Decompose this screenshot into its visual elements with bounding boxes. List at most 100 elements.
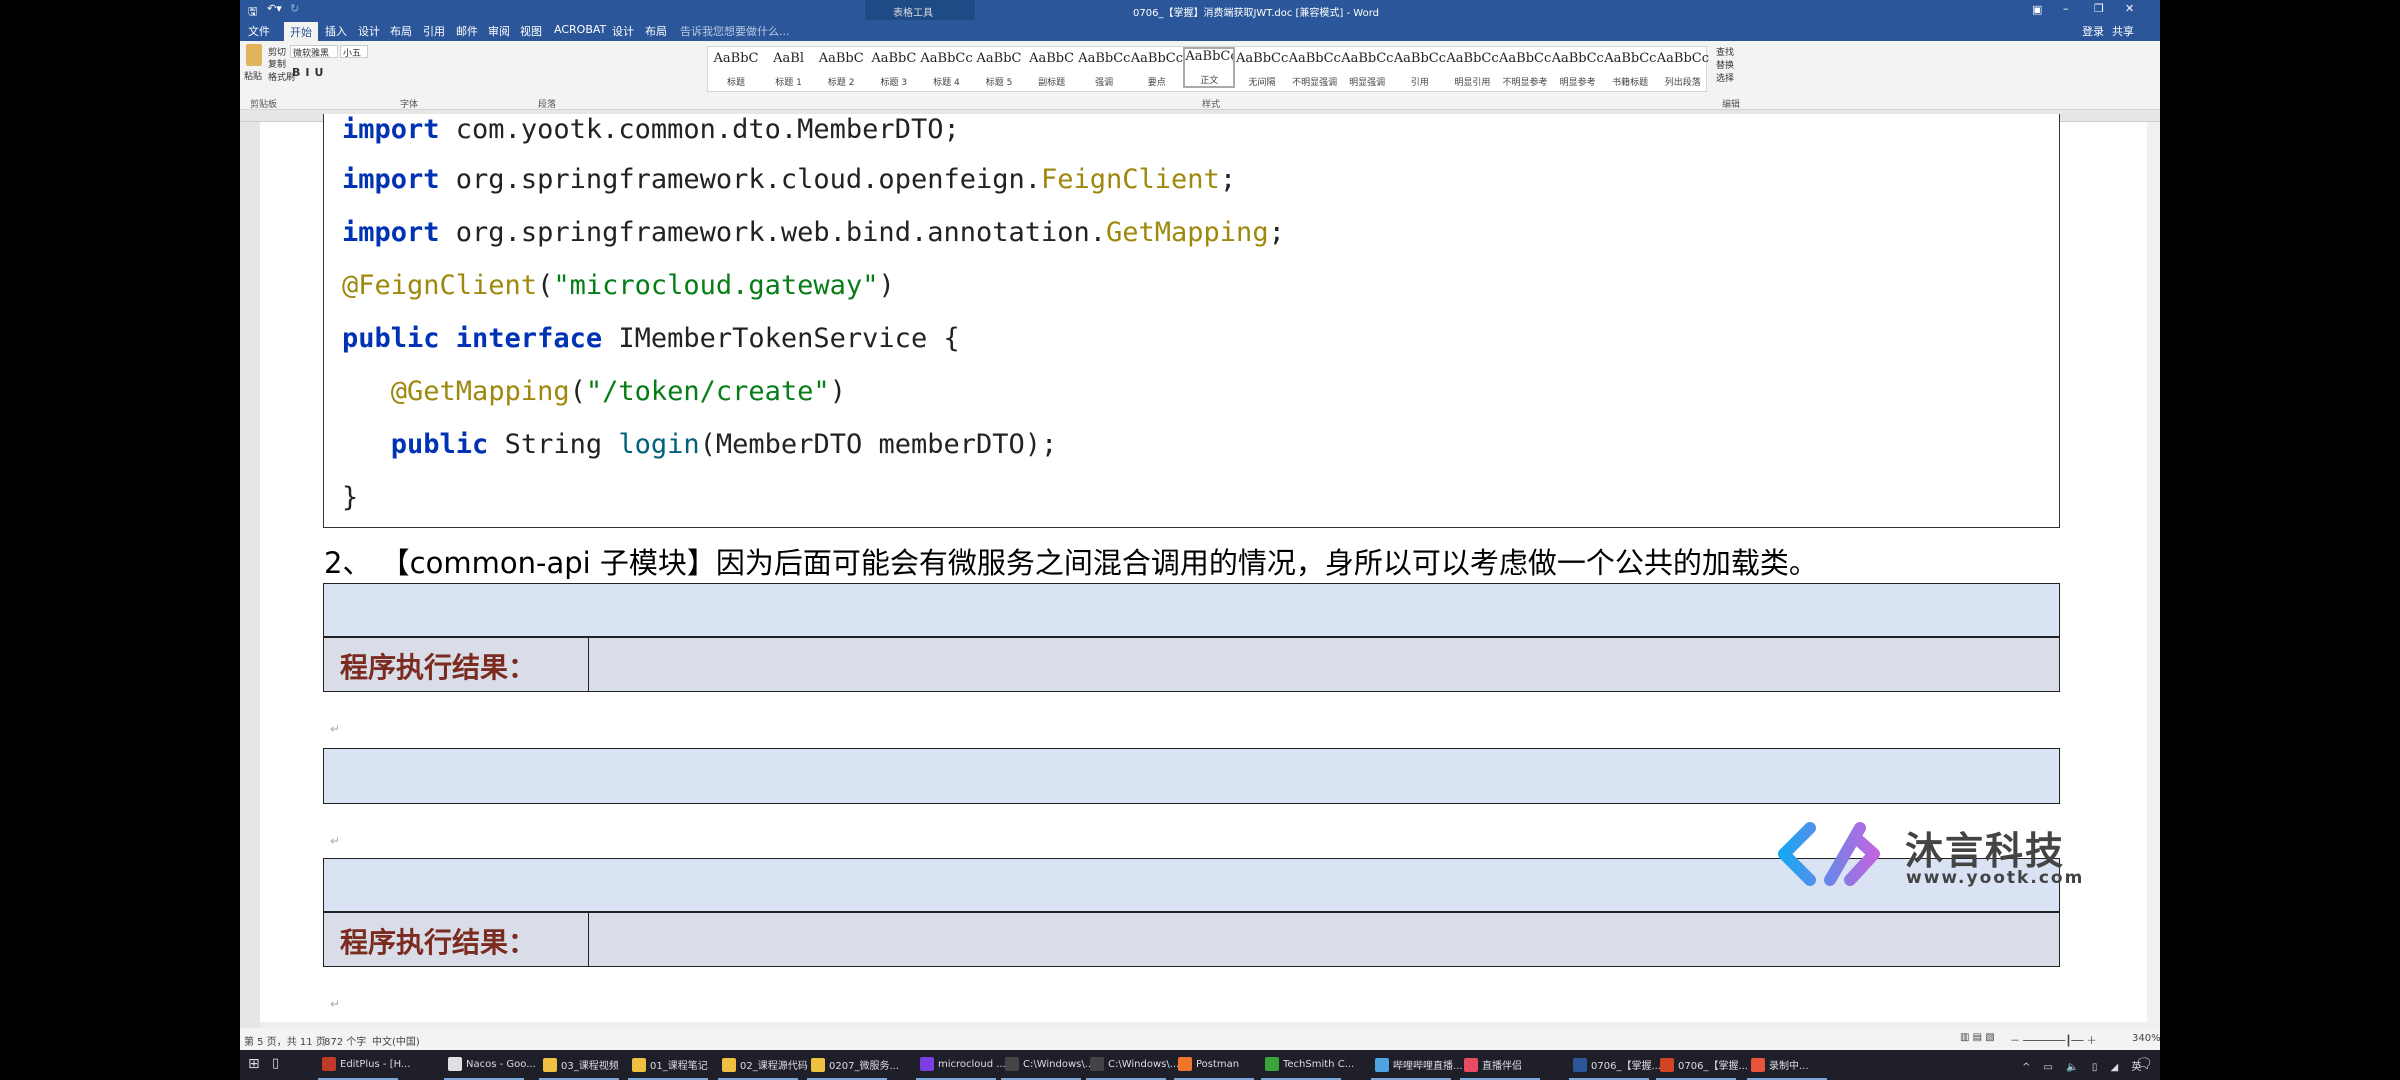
taskbar-item[interactable]: 03_课程视频 [543, 1057, 619, 1072]
taskbar-item[interactable]: 0706_【掌握... [1660, 1057, 1748, 1072]
style-9[interactable]: AaBbCcDc 正文 [1183, 47, 1236, 88]
style-name: 标题 3 [880, 78, 908, 88]
zoom-slider[interactable]: － ───────┃── ＋ [2010, 1032, 2097, 1047]
tab-file[interactable]: 文件 [248, 23, 270, 39]
font-name-select[interactable]: 微软雅黑 [290, 45, 338, 59]
taskbar-item[interactable]: 哔哩哔哩直播... [1375, 1057, 1463, 1072]
style-13[interactable]: AaBbCcDc 引用 [1394, 51, 1446, 88]
tab-acrobat[interactable]: ACROBAT [554, 23, 606, 36]
language-indicator[interactable]: 中文(中国) [372, 1033, 420, 1048]
style-1[interactable]: AaBl 标题 1 [763, 51, 815, 88]
code-token: import [342, 114, 456, 145]
style-preview: AaBbCcDc [1656, 51, 1709, 66]
tab-home[interactable]: 开始 [284, 22, 318, 41]
tell-me-input[interactable]: 告诉我您想要做什么... [680, 23, 790, 39]
task-view-icon[interactable]: ▯ [272, 1056, 279, 1071]
replace-button[interactable]: 替换 [1716, 58, 1734, 71]
taskbar-item[interactable]: Nacos - Goo... [448, 1057, 536, 1071]
tab-view[interactable]: 视图 [520, 23, 542, 39]
code-line: import com.yootk.common.dto.MemberDTO; [342, 114, 960, 145]
app-icon [811, 1057, 825, 1072]
taskbar-item[interactable]: C:\Windows\... [1090, 1057, 1179, 1071]
paste-button[interactable]: 粘贴 [244, 69, 262, 82]
signin-link[interactable]: 登录 [2082, 23, 2104, 39]
tab-table-design[interactable]: 设计 [612, 23, 634, 39]
style-10[interactable]: AaBbCcDc 无间隔 [1236, 51, 1288, 88]
taskbar-item[interactable]: Postman [1178, 1057, 1239, 1071]
bold-italic-underline-buttons[interactable]: BIU [292, 66, 328, 79]
minimize-button[interactable]: – [2063, 2, 2069, 15]
style-6[interactable]: AaBbC 副标题 [1026, 51, 1078, 88]
find-button[interactable]: 查找 [1716, 45, 1734, 58]
ribbon-display-icon[interactable]: ▣ [2032, 3, 2042, 16]
taskbar-item[interactable]: microcloud ... [920, 1057, 1006, 1071]
select-button[interactable]: 选择 [1716, 71, 1734, 84]
tab-insert[interactable]: 插入 [325, 23, 347, 39]
page-count[interactable]: 第 5 页，共 11 页 [244, 1033, 326, 1048]
style-2[interactable]: AaBbC 标题 2 [815, 51, 867, 88]
style-17[interactable]: AaBbCcD 书籍标题 [1604, 51, 1656, 88]
redo-icon[interactable]: ↻ [290, 2, 299, 15]
word-count[interactable]: 872 个字 [324, 1033, 366, 1048]
style-18[interactable]: AaBbCcDc 列出段落 [1657, 51, 1709, 88]
code-token: import [342, 164, 456, 195]
taskbar-item[interactable]: 0207_微服务... [811, 1057, 899, 1072]
tab-review[interactable]: 审阅 [488, 23, 510, 39]
style-name: 列出段落 [1664, 78, 1701, 88]
vertical-ruler[interactable] [240, 122, 260, 1028]
tab-layout[interactable]: 布局 [390, 23, 412, 39]
vertical-scrollbar[interactable] [2147, 122, 2160, 1028]
section-heading: 2、 【common-api 子模块】因为后面可能会有微服务之间混合调用的情况，… [324, 546, 1818, 580]
notification-icon[interactable]: 🗨 [2135, 1056, 2153, 1072]
app-icon [322, 1057, 336, 1071]
style-preview: AaBbCcDc [1185, 49, 1233, 64]
style-preview: AaBbC [713, 51, 759, 66]
code-table-1[interactable]: 程序执行结果： [323, 583, 2060, 692]
share-button[interactable]: 共享 [2112, 23, 2134, 39]
style-12[interactable]: AaBbCcDc 明显强调 [1341, 51, 1393, 88]
format-painter-button[interactable]: 格式刷 [268, 70, 295, 83]
code-line: public interface IMemberTokenService { [342, 323, 960, 354]
taskbar-item[interactable]: 02_课程源代码 [722, 1057, 808, 1072]
style-8[interactable]: AaBbCcD 要点 [1131, 51, 1183, 88]
view-mode-icons[interactable]: ▥ ▤ ▧ [1960, 1032, 1995, 1043]
code-cell[interactable] [324, 584, 2059, 638]
style-4[interactable]: AaBbCc 标题 4 [920, 51, 972, 88]
tab-design[interactable]: 设计 [358, 23, 380, 39]
close-button[interactable]: ✕ [2125, 2, 2134, 15]
zoom-level[interactable]: 340% [2132, 1033, 2160, 1044]
style-16[interactable]: AaBbCcI 明显参考 [1552, 51, 1604, 88]
style-7[interactable]: AaBbCcDc 强调 [1078, 51, 1130, 88]
style-5[interactable]: AaBbC 标题 5 [973, 51, 1025, 88]
code-token: FeignClient [1041, 164, 1220, 195]
restore-button[interactable]: ❐ [2094, 2, 2104, 15]
tab-references[interactable]: 引用 [423, 23, 445, 39]
style-preview: AaBbCcD [1604, 51, 1657, 66]
style-14[interactable]: AaBbCcDc 明显引用 [1446, 51, 1498, 88]
result-cell[interactable] [589, 638, 2059, 691]
tab-mailings[interactable]: 邮件 [456, 23, 478, 39]
windows-start-icon[interactable]: ⊞ [248, 1056, 260, 1072]
taskbar-item[interactable]: 01_课程笔记 [632, 1057, 708, 1072]
taskbar-item[interactable]: 录制中... [1751, 1057, 1809, 1072]
style-0[interactable]: AaBbC 标题 [710, 51, 762, 88]
paste-icon[interactable] [246, 44, 262, 66]
code-table-2[interactable] [323, 748, 2060, 804]
taskbar-item[interactable]: TechSmith C... [1265, 1057, 1354, 1071]
undo-icon[interactable]: ↶▾ [267, 2, 282, 15]
taskbar-item-label: EditPlus - [H... [340, 1058, 411, 1070]
style-11[interactable]: AaBbCcDc 不明显强调 [1289, 51, 1341, 88]
taskbar-item[interactable]: 直播伴侣 [1464, 1057, 1522, 1072]
result-cell[interactable] [589, 913, 2059, 966]
copy-button[interactable]: 复制 [268, 57, 286, 70]
tab-table-layout[interactable]: 布局 [645, 23, 667, 39]
taskbar-item[interactable]: 0706_【掌握... [1573, 1057, 1661, 1072]
taskbar-item[interactable]: C:\Windows\... [1005, 1057, 1094, 1071]
taskbar-item[interactable]: EditPlus - [H... [322, 1057, 410, 1071]
style-15[interactable]: AaBbCcD 不明显参考 [1499, 51, 1551, 88]
result-label: 程序执行结果： [324, 638, 589, 691]
style-preview: AaBl [773, 51, 805, 66]
font-size-select[interactable]: 小五 [340, 45, 368, 59]
system-tray[interactable]: ^ ▭ 🔈 ▯ ◢ 英 [2022, 1058, 2146, 1073]
style-3[interactable]: AaBbC 标题 3 [868, 51, 920, 88]
